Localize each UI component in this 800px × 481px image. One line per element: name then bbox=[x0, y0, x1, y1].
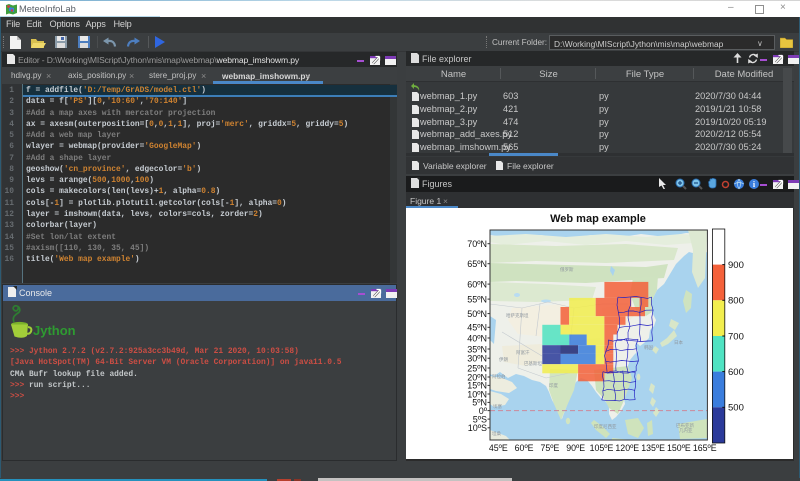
svg-text:30ºN: 30ºN bbox=[467, 354, 487, 364]
svg-text:70ºN: 70ºN bbox=[467, 239, 487, 249]
svg-text:40ºN: 40ºN bbox=[467, 333, 487, 343]
svg-text:10ºS: 10ºS bbox=[468, 423, 487, 433]
svg-text:阿富汗: 阿富汗 bbox=[516, 349, 530, 356]
svg-text:65ºN: 65ºN bbox=[467, 259, 487, 269]
svg-text:700: 700 bbox=[728, 331, 744, 342]
svg-text:45ºN: 45ºN bbox=[467, 323, 487, 333]
svg-text:600: 600 bbox=[728, 367, 744, 378]
svg-text:90ºE: 90ºE bbox=[566, 443, 585, 453]
svg-text:印度: 印度 bbox=[549, 382, 558, 389]
svg-text:60ºE: 60ºE bbox=[515, 443, 534, 453]
svg-text:135ºE: 135ºE bbox=[641, 443, 665, 453]
svg-text:Web map example: Web map example bbox=[550, 213, 646, 225]
svg-text:日本: 日本 bbox=[674, 339, 683, 346]
svg-text:俄罗斯: 俄罗斯 bbox=[560, 266, 574, 273]
svg-text:55ºN: 55ºN bbox=[467, 295, 487, 305]
svg-text:50ºN: 50ºN bbox=[467, 309, 487, 319]
svg-text:埃塞: 埃塞 bbox=[493, 403, 502, 410]
svg-text:韩国: 韩国 bbox=[644, 344, 653, 351]
svg-text:75ºE: 75ºE bbox=[540, 443, 559, 453]
svg-text:几内亚: 几内亚 bbox=[679, 427, 693, 434]
svg-text:45ºE: 45ºE bbox=[489, 443, 508, 453]
svg-text:坦桑: 坦桑 bbox=[492, 430, 501, 437]
svg-text:哈萨克斯坦: 哈萨克斯坦 bbox=[506, 312, 529, 319]
svg-text:500: 500 bbox=[728, 403, 744, 414]
svg-text:150ºE: 150ºE bbox=[667, 443, 691, 453]
svg-text:800: 800 bbox=[728, 296, 744, 307]
svg-text:Jython: Jython bbox=[33, 323, 76, 338]
svg-text:印度尼西亚: 印度尼西亚 bbox=[594, 423, 617, 430]
svg-text:900: 900 bbox=[728, 260, 744, 271]
svg-text:60ºN: 60ºN bbox=[467, 280, 487, 290]
svg-text:巴基斯坦: 巴基斯坦 bbox=[524, 360, 542, 367]
svg-text:伊朗: 伊朗 bbox=[499, 356, 508, 363]
svg-text:165ºE: 165ºE bbox=[693, 443, 717, 453]
svg-text:105ºE: 105ºE bbox=[590, 443, 614, 453]
svg-text:120ºE: 120ºE bbox=[615, 443, 639, 453]
svg-text:阿拉伯: 阿拉伯 bbox=[492, 373, 506, 380]
